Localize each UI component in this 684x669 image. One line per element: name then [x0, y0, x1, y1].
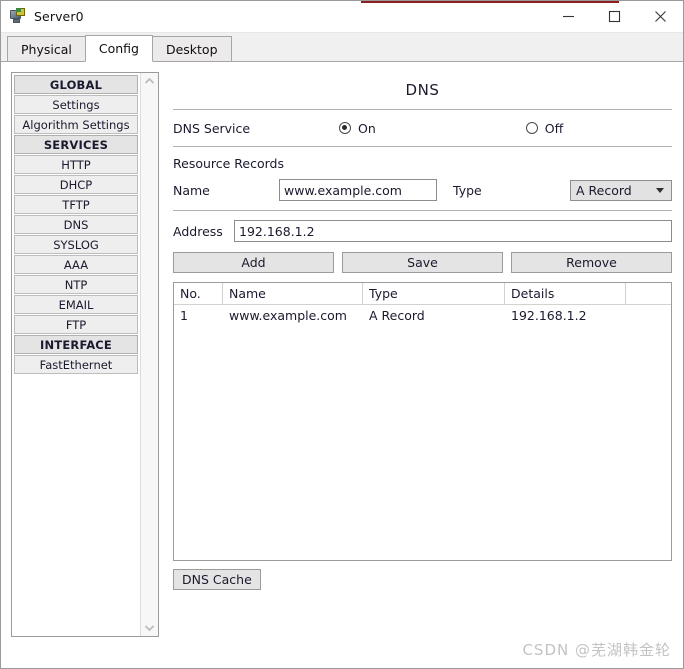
- sidebar-item-algorithm-settings[interactable]: Algorithm Settings: [14, 115, 138, 134]
- cell-details: 192.168.1.2: [511, 308, 587, 323]
- dns-service-off-option[interactable]: Off: [525, 120, 564, 136]
- sidebar-item-syslog[interactable]: SYSLOG: [14, 235, 138, 254]
- tab-physical[interactable]: Physical: [7, 36, 86, 61]
- maximize-icon[interactable]: [591, 1, 637, 32]
- dns-cache-row: DNS Cache: [173, 561, 672, 590]
- config-content: GLOBAL Settings Algorithm Settings SERVI…: [1, 62, 683, 668]
- type-label: Type: [453, 182, 482, 198]
- sidebar-item-http[interactable]: HTTP: [14, 155, 138, 174]
- remove-button[interactable]: Remove: [511, 252, 672, 273]
- dns-cache-button[interactable]: DNS Cache: [173, 569, 261, 590]
- record-action-buttons: Add Save Remove: [173, 252, 672, 282]
- cell-type: A Record: [369, 308, 425, 323]
- column-header-extra: [626, 283, 671, 304]
- radio-on-icon[interactable]: [339, 122, 351, 134]
- dns-service-label: DNS Service: [173, 120, 251, 136]
- table-row[interactable]: 1 www.example.com A Record 192.168.1.2: [174, 305, 671, 327]
- sidebar-item-services[interactable]: SERVICES: [14, 135, 138, 154]
- cell-name: www.example.com: [229, 308, 347, 323]
- record-type-value: A Record: [576, 182, 632, 198]
- resource-records-label: Resource Records: [173, 156, 284, 171]
- window-controls: [545, 1, 683, 32]
- server-device-icon: [10, 8, 27, 25]
- add-button[interactable]: Add: [173, 252, 334, 273]
- cell-no: 1: [180, 308, 188, 323]
- column-header-no: No.: [174, 283, 223, 304]
- sidebar-item-global[interactable]: GLOBAL: [14, 75, 138, 94]
- chevron-down-icon: [656, 188, 664, 193]
- column-header-name: Name: [223, 283, 363, 304]
- sidebar-item-dhcp[interactable]: DHCP: [14, 175, 138, 194]
- name-label: Name: [173, 182, 210, 198]
- window-title-bar: Server0: [1, 1, 683, 33]
- sidebar-item-ntp[interactable]: NTP: [14, 275, 138, 294]
- dns-config-panel: DNS DNS Service On Off Resource Records …: [159, 72, 683, 668]
- window-title: Server0: [34, 9, 84, 24]
- column-header-details: Details: [505, 283, 626, 304]
- page-title: DNS: [405, 81, 440, 99]
- radio-off-icon[interactable]: [525, 122, 538, 134]
- tab-config[interactable]: Config: [84, 35, 153, 62]
- column-header-type: Type: [363, 283, 505, 304]
- sidebar-list: GLOBAL Settings Algorithm Settings SERVI…: [12, 73, 140, 636]
- chevron-down-icon[interactable]: [141, 619, 158, 636]
- sidebar-item-fastethernet[interactable]: FastEthernet: [14, 355, 138, 374]
- cell-extra: [626, 305, 671, 327]
- sidebar-item-interface[interactable]: INTERFACE: [14, 335, 138, 354]
- sidebar-item-tftp[interactable]: TFTP: [14, 195, 138, 214]
- tab-desktop[interactable]: Desktop: [151, 36, 232, 61]
- address-input[interactable]: [234, 220, 672, 242]
- resource-records-table[interactable]: No. Name Type Details 1 www.example.com …: [173, 282, 672, 561]
- config-sidebar: GLOBAL Settings Algorithm Settings SERVI…: [11, 72, 159, 637]
- sidebar-item-email[interactable]: EMAIL: [14, 295, 138, 314]
- sidebar-item-settings[interactable]: Settings: [14, 95, 138, 114]
- minimize-icon[interactable]: [545, 1, 591, 32]
- save-button[interactable]: Save: [342, 252, 503, 273]
- chevron-up-icon[interactable]: [141, 73, 158, 90]
- sidebar-item-dns[interactable]: DNS: [14, 215, 138, 234]
- dns-service-row: DNS Service On Off: [173, 110, 672, 146]
- address-label: Address: [173, 223, 223, 239]
- top-red-strip: [361, 1, 619, 3]
- name-input[interactable]: [279, 179, 437, 201]
- tab-bar: Physical Config Desktop: [1, 33, 683, 62]
- watermark-text: CSDN @芜湖韩金轮: [522, 641, 671, 659]
- close-icon[interactable]: [637, 1, 683, 32]
- dns-service-on-label: On: [358, 120, 376, 136]
- sidebar-scrollbar[interactable]: [140, 73, 158, 636]
- record-address-row: Address: [173, 211, 672, 252]
- sidebar-item-ftp[interactable]: FTP: [14, 315, 138, 334]
- dns-service-off-label: Off: [544, 120, 564, 136]
- sidebar-item-aaa[interactable]: AAA: [14, 255, 138, 274]
- record-name-row: Name Type A Record: [173, 179, 672, 210]
- packet-tracer-device-window: Server0 Physical Config Desktop GLOBAL S…: [0, 0, 684, 669]
- table-header-row: No. Name Type Details: [174, 283, 671, 305]
- dns-service-on-option[interactable]: On: [339, 121, 376, 136]
- record-type-dropdown[interactable]: A Record: [570, 179, 672, 201]
